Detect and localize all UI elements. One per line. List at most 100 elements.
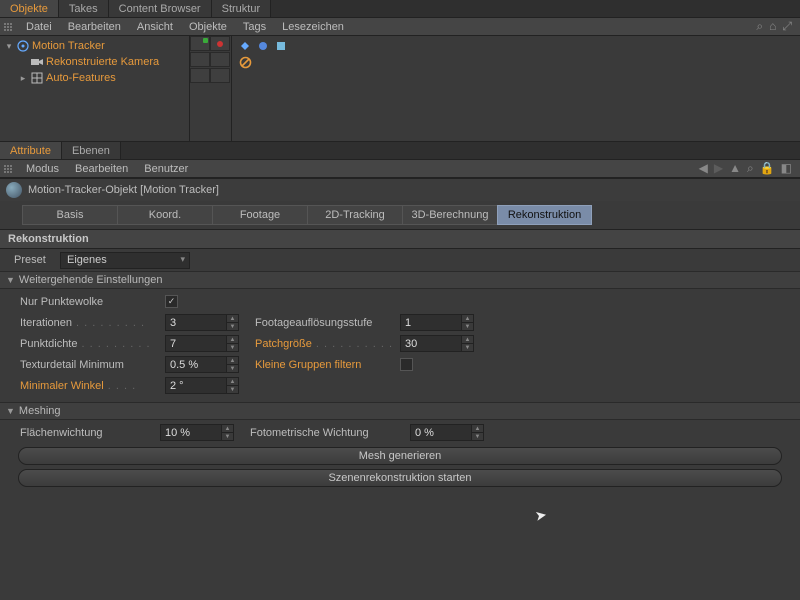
search-icon[interactable]: ⌕ — [747, 161, 754, 176]
spin-down-icon: ▼ — [227, 344, 238, 351]
tab-footage[interactable]: Footage — [212, 205, 307, 225]
collapse-icon[interactable]: ▾ — [4, 41, 14, 51]
panel-grip-icon[interactable] — [0, 20, 18, 34]
spinner[interactable]: ▲▼ — [472, 424, 484, 441]
preset-select[interactable]: Eigenes — [60, 252, 190, 269]
group-weitergehende[interactable]: ▼ Weitergehende Einstellungen — [0, 271, 800, 289]
tab-2d-tracking[interactable]: 2D-Tracking — [307, 205, 402, 225]
input-minimaler-winkel[interactable]: ▲▼ — [165, 377, 239, 394]
lbl-flaechenwichtung: Flächenwichtung — [20, 427, 160, 439]
menu-bearbeiten[interactable]: Bearbeiten — [60, 19, 129, 35]
tree-row-auto-features[interactable]: ▸ Auto-Features — [0, 70, 189, 86]
tab-rekonstruktion[interactable]: Rekonstruktion — [497, 205, 592, 225]
tree-row-camera[interactable]: Rekonstruierte Kamera — [0, 54, 189, 70]
triangle-down-icon: ▼ — [6, 406, 15, 416]
spinner[interactable]: ▲▼ — [462, 335, 474, 352]
tab-attribute[interactable]: Attribute — [0, 142, 62, 159]
tab-koord[interactable]: Koord. — [117, 205, 212, 225]
btn-szenenrekonstruktion[interactable]: Szenenrekonstruktion starten — [18, 469, 782, 487]
nav-up-icon[interactable]: ▲ — [729, 161, 741, 176]
dot-red-icon — [217, 41, 223, 47]
spacer — [18, 57, 28, 67]
input-flaechenwichtung[interactable]: ▲▼ — [160, 424, 234, 441]
tag-icon[interactable] — [274, 39, 288, 53]
nav-back-icon[interactable]: ◀ — [699, 161, 708, 176]
spinner[interactable]: ▲▼ — [227, 314, 239, 331]
menu-benutzer[interactable]: Benutzer — [136, 161, 196, 177]
spin-down-icon: ▼ — [227, 323, 238, 330]
menu-objekte[interactable]: Objekte — [181, 19, 235, 35]
btn-mesh-generieren[interactable]: Mesh generieren — [18, 447, 782, 465]
prohibit-icon[interactable] — [238, 55, 252, 69]
spin-down-icon: ▼ — [227, 365, 238, 372]
spinner[interactable]: ▲▼ — [227, 377, 239, 394]
tab-ebenen[interactable]: Ebenen — [62, 142, 121, 159]
expand-icon[interactable]: ▸ — [18, 73, 28, 83]
menu-tags[interactable]: Tags — [235, 19, 274, 35]
menu-bearbeiten[interactable]: Bearbeiten — [67, 161, 136, 177]
field-fotometrische-wichtung[interactable] — [410, 424, 472, 441]
field-punktdichte[interactable] — [165, 335, 227, 352]
group-title: Meshing — [19, 405, 61, 417]
object-type-icon — [6, 182, 22, 198]
tab-struktur[interactable]: Struktur — [212, 0, 272, 17]
tree-label[interactable]: Rekonstruierte Kamera — [46, 56, 159, 68]
panel-grip-icon[interactable] — [0, 162, 18, 176]
menu-datei[interactable]: Datei — [18, 19, 60, 35]
home-icon[interactable]: ⌂ — [769, 19, 776, 34]
attribute-panel: Attribute Ebenen Modus Bearbeiten Benutz… — [0, 142, 800, 497]
spin-down-icon: ▼ — [472, 433, 483, 440]
menu-ansicht[interactable]: Ansicht — [129, 19, 181, 35]
field-iterationen[interactable] — [165, 314, 227, 331]
field-patchgroesse[interactable] — [400, 335, 462, 352]
spinner[interactable]: ▲▼ — [462, 314, 474, 331]
vis-editor-slot[interactable] — [190, 52, 210, 67]
chk-nur-punktewolke[interactable]: ✓ — [165, 295, 178, 308]
tags-column — [232, 36, 800, 141]
tree-label[interactable]: Motion Tracker — [32, 40, 105, 52]
vis-render-slot[interactable] — [210, 52, 230, 67]
new-icon[interactable]: ◧ — [781, 161, 792, 176]
vis-render-slot[interactable] — [210, 68, 230, 83]
field-texturdetail-min[interactable] — [165, 356, 227, 373]
nav-fwd-icon[interactable]: ▶ — [714, 161, 723, 176]
field-footage-res[interactable] — [400, 314, 462, 331]
input-fotometrische-wichtung[interactable]: ▲▼ — [410, 424, 484, 441]
field-minimaler-winkel[interactable] — [165, 377, 227, 394]
menu-modus[interactable]: Modus — [18, 161, 67, 177]
tree-label[interactable]: Auto-Features — [46, 72, 116, 84]
input-texturdetail-min[interactable]: ▲▼ — [165, 356, 239, 373]
spin-up-icon: ▲ — [462, 315, 473, 323]
attr-menubar: Modus Bearbeiten Benutzer ◀ ▶ ▲ ⌕ 🔒 ◧ — [0, 160, 800, 178]
input-footage-res[interactable]: ▲▼ — [400, 314, 474, 331]
input-iterationen[interactable]: ▲▼ — [165, 314, 239, 331]
vis-editor-slot[interactable] — [190, 68, 210, 83]
spinner[interactable]: ▲▼ — [227, 335, 239, 352]
tab-3d-berechnung[interactable]: 3D-Berechnung — [402, 205, 497, 225]
group-meshing[interactable]: ▼ Meshing — [0, 402, 800, 420]
tree-row-motion-tracker[interactable]: ▾ Motion Tracker — [0, 38, 189, 54]
spinner[interactable]: ▲▼ — [227, 356, 239, 373]
menu-lesezeichen[interactable]: Lesezeichen — [274, 19, 352, 35]
vis-render-slot[interactable] — [210, 36, 230, 51]
search-icon[interactable]: ⌕ — [756, 19, 763, 34]
tab-basis[interactable]: Basis — [22, 205, 117, 225]
tab-takes[interactable]: Takes — [59, 0, 109, 17]
vis-editor-slot[interactable] — [190, 36, 210, 51]
tab-objekte[interactable]: Objekte — [0, 0, 59, 17]
tag-icon[interactable] — [256, 39, 270, 53]
lbl-iterationen: Iterationen . . . . . . . . . — [20, 317, 165, 329]
spin-down-icon: ▼ — [222, 433, 233, 440]
lbl-footage-res: Footageauflösungsstufe — [255, 317, 400, 329]
chk-kleine-gruppen[interactable] — [400, 358, 413, 371]
tag-icon[interactable] — [238, 39, 252, 53]
lbl-patchgroesse: Patchgröße . . . . . . . . . . — [255, 338, 400, 350]
expand-icon[interactable]: ⤢ — [782, 19, 792, 34]
lock-icon[interactable]: 🔒 — [760, 161, 775, 176]
input-patchgroesse[interactable]: ▲▼ — [400, 335, 474, 352]
spinner[interactable]: ▲▼ — [222, 424, 234, 441]
input-punktdichte[interactable]: ▲▼ — [165, 335, 239, 352]
tab-content-browser[interactable]: Content Browser — [109, 0, 212, 17]
group-meshing-body: Flächenwichtung ▲▼ Fotometrische Wichtun… — [0, 420, 800, 497]
field-flaechenwichtung[interactable] — [160, 424, 222, 441]
